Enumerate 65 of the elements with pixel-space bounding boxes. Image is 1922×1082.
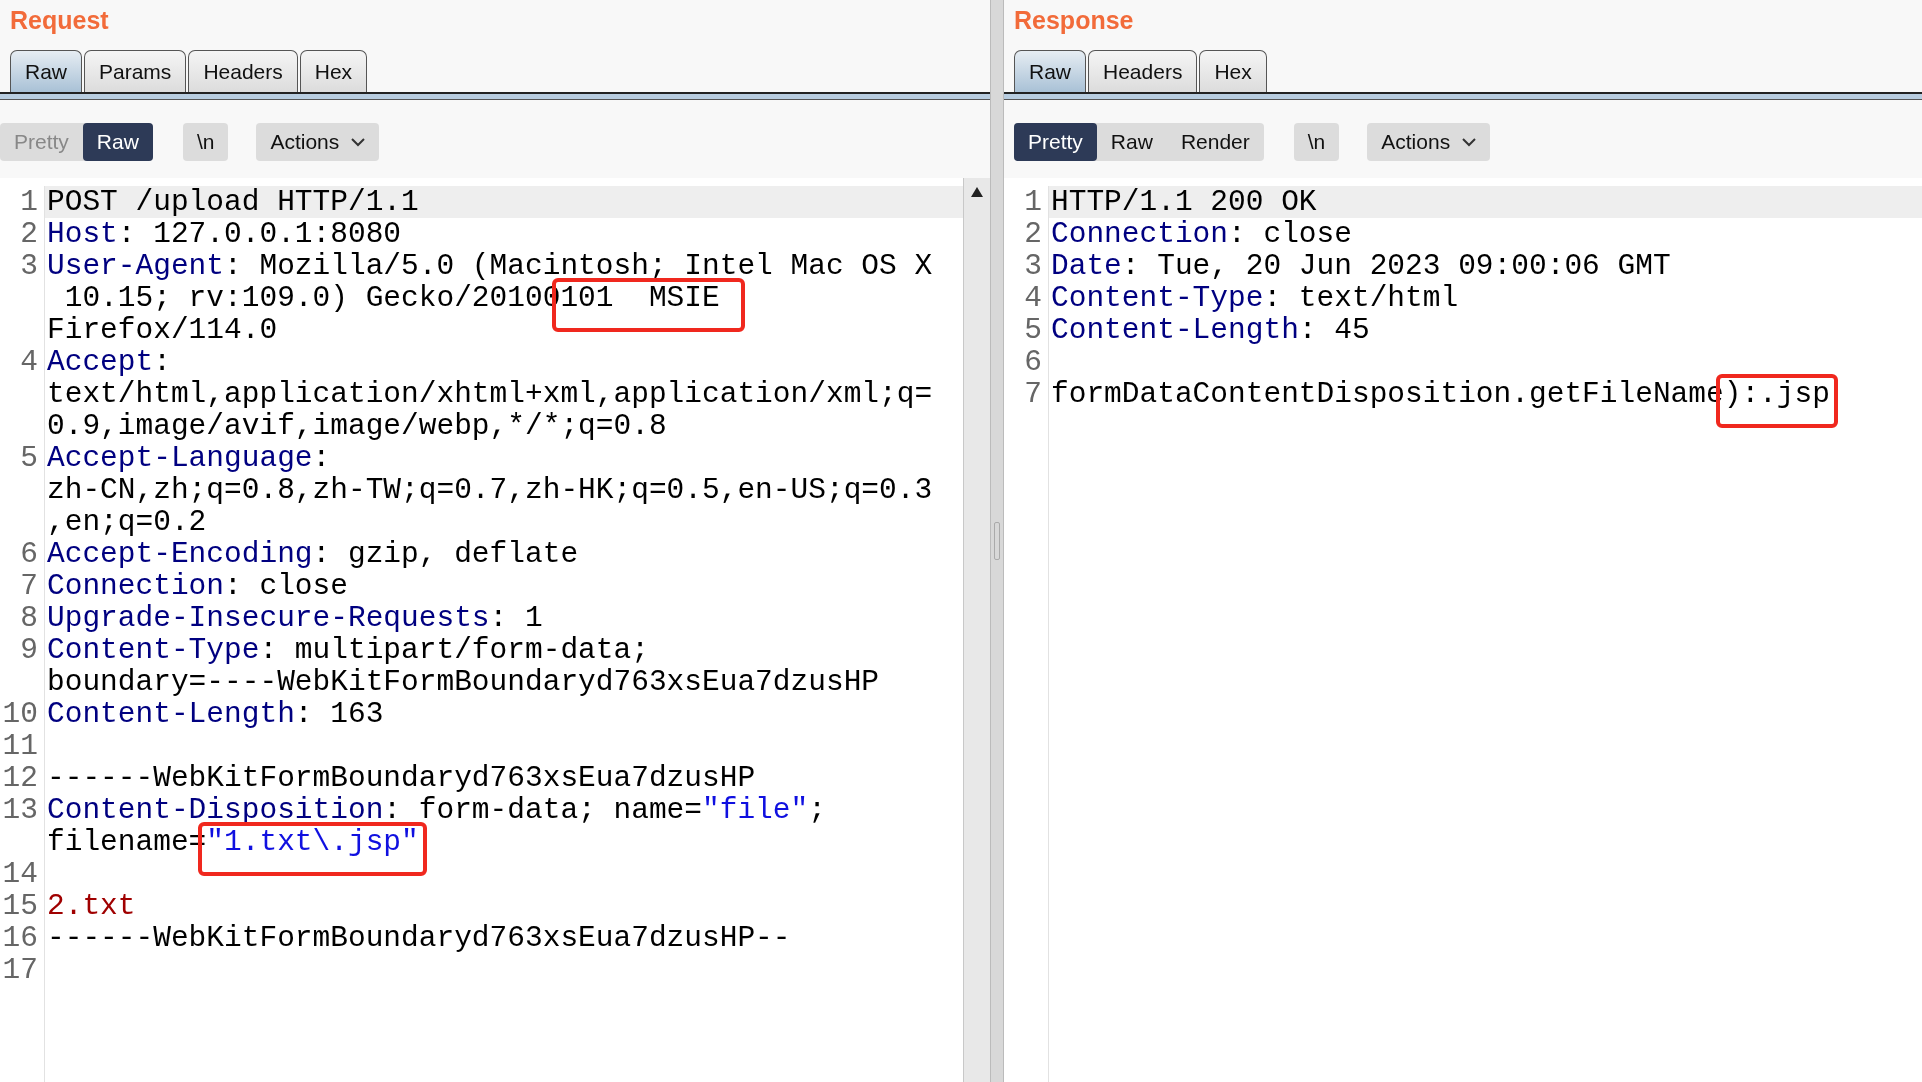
code-text: POST /upload HTTP/1.1 <box>47 185 419 219</box>
code-text: : <box>153 345 171 379</box>
code-text: : <box>312 441 331 475</box>
header-name: Content-Disposition <box>47 793 384 827</box>
code-text: : 45 <box>1298 313 1370 347</box>
code-text: 0.9,image/avif,image/webp,*/*;q=0.8 <box>47 409 667 443</box>
actions-button[interactable]: Actions <box>256 123 380 161</box>
code-text: : form-data; name= <box>383 793 702 827</box>
code-text: : close <box>224 569 348 603</box>
tab[interactable]: Headers <box>188 50 298 92</box>
view-mode-button[interactable]: Render <box>1166 123 1264 161</box>
header-name: Upgrade-Insecure-Requests <box>47 601 490 635</box>
code-text: : 1 <box>489 601 543 635</box>
code-text: : close <box>1228 217 1352 251</box>
code-text: ------WebKitFormBoundaryd763xsEua7dzusHP <box>47 761 756 795</box>
view-mode-button[interactable]: Raw <box>82 123 153 161</box>
header-name: Accept-Encoding <box>47 537 313 571</box>
view-mode-button[interactable]: Pretty <box>1014 123 1097 161</box>
panel-title: Response <box>1013 5 1135 36</box>
header-name: Host <box>47 217 118 251</box>
code-text: : Mozilla/5.0 (Macintosh; Intel Mac OS X <box>224 249 933 283</box>
header-name: Content-Type <box>47 633 260 667</box>
header-name: Connection <box>47 569 225 603</box>
chevron-down-icon <box>1462 137 1477 147</box>
tab[interactable]: Raw <box>1014 50 1086 92</box>
tab[interactable]: Params <box>84 50 187 92</box>
tab[interactable]: Hex <box>299 50 368 92</box>
code-text: : multipart/form-data; <box>259 633 649 667</box>
header-name: Date <box>1051 249 1122 283</box>
code-text: ; <box>808 793 826 827</box>
header-name: Content-Type <box>1051 281 1264 315</box>
tab[interactable]: Hex <box>1199 50 1267 92</box>
code-text: : gzip, deflate <box>312 537 579 571</box>
header-name: User-Agent <box>47 249 225 283</box>
newline-button[interactable]: \n <box>1293 123 1340 161</box>
code-text: HTTP/1.1 200 OK <box>1051 185 1317 219</box>
actions-button[interactable]: Actions <box>1367 123 1491 161</box>
header-name: Connection <box>1051 217 1229 251</box>
code-text: 2.txt <box>47 889 136 923</box>
code-text: : text/html <box>1263 281 1459 315</box>
code-text: text/html,application/xhtml+xml,application/xml;q= <box>47 377 933 411</box>
header-name: Accept <box>47 345 154 379</box>
code-text: Firefox/114.0 <box>47 313 278 347</box>
code-text: : 127.0.0.1:8080 <box>117 217 402 251</box>
code-text: "file" <box>702 793 809 827</box>
code-text: zh-CN,zh;q=0.8,zh-TW;q=0.7,zh-HK;q=0.5,en-US;q=0.3 <box>47 473 933 507</box>
panel-title: Request <box>9 5 110 36</box>
scrollbar[interactable] <box>963 178 990 1082</box>
header-name: Content-Length <box>1051 313 1299 347</box>
code-text: : Tue, 20 Jun 2023 09:00:06 GMT <box>1121 249 1671 283</box>
code-text: boundary=----WebKitFormBoundaryd763xsEua7dzusHP <box>47 665 880 699</box>
code-text: 101 MSIE <box>560 281 721 315</box>
header-name: Content-Length <box>47 697 295 731</box>
newline-button[interactable]: \n <box>182 123 229 161</box>
code-text: ):.jsp <box>1723 377 1830 411</box>
tab[interactable]: Raw <box>10 50 82 92</box>
scroll-up-icon <box>970 186 984 198</box>
view-mode-button[interactable]: Raw <box>1096 123 1167 161</box>
code-text: ------WebKitFormBoundaryd763xsEua7dzusHP-- <box>47 921 791 955</box>
header-name: Accept-Language <box>47 441 313 475</box>
chevron-down-icon <box>351 137 366 147</box>
code-text: : 163 <box>294 697 384 731</box>
tab[interactable]: Headers <box>1088 50 1198 92</box>
code-text: ,en;q=0.2 <box>47 505 207 539</box>
code-text: "1.txt\.jsp" <box>206 825 419 859</box>
